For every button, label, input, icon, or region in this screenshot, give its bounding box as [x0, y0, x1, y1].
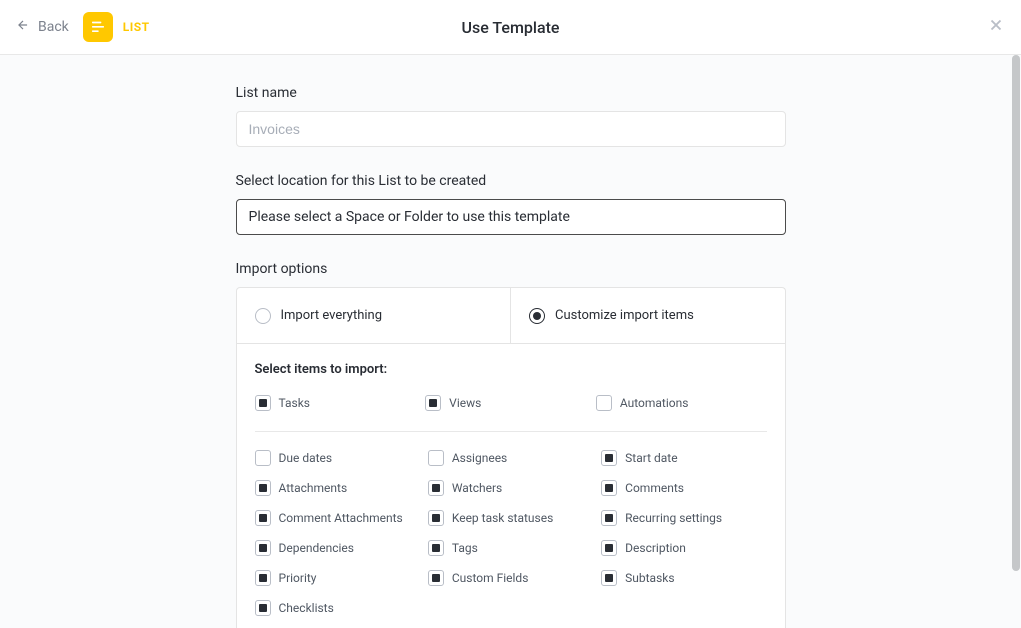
checkbox[interactable]: [428, 570, 444, 586]
top-label: Automations: [620, 396, 689, 410]
checkbox[interactable]: [255, 600, 271, 616]
grid-label: Description: [625, 541, 686, 555]
location-group: Select location for this List to be crea…: [236, 173, 786, 235]
checkbox[interactable]: [255, 450, 271, 466]
close-button[interactable]: [987, 16, 1005, 38]
grid-label: Tags: [452, 541, 478, 555]
grid-items: Due dates Assignees Start date Attachments W…: [255, 450, 767, 616]
checkbox[interactable]: [601, 570, 617, 586]
grid-item[interactable]: Assignees: [428, 450, 593, 466]
checkbox[interactable]: [428, 480, 444, 496]
import-everything-label: Import everything: [281, 308, 383, 323]
checkbox[interactable]: [425, 395, 441, 411]
content-area: List name Select location for this List …: [0, 55, 1021, 628]
location-placeholder: Please select a Space or Folder to use t…: [249, 209, 570, 225]
back-label: Back: [38, 19, 69, 35]
radio-selected: [529, 308, 545, 324]
grid-item[interactable]: Custom Fields: [428, 570, 593, 586]
list-name-label: List name: [236, 85, 786, 101]
items-panel: Select items to import: Tasks Views Automa…: [236, 343, 786, 628]
grid-label: Comments: [625, 481, 684, 495]
customize-import-label: Customize import items: [555, 308, 694, 323]
grid-item[interactable]: Start date: [601, 450, 766, 466]
list-name-input[interactable]: [236, 111, 786, 147]
grid-item[interactable]: Description: [601, 540, 766, 556]
close-icon: [987, 19, 1005, 38]
list-icon: [83, 12, 113, 42]
grid-label: Start date: [625, 451, 677, 465]
grid-label: Subtasks: [625, 571, 674, 585]
checkbox[interactable]: [428, 510, 444, 526]
grid-label: Comment Attachments: [279, 511, 403, 525]
grid-label: Custom Fields: [452, 571, 529, 585]
checkbox[interactable]: [428, 450, 444, 466]
top-items-row: Tasks Views Automations: [255, 395, 767, 413]
grid-item[interactable]: Priority: [255, 570, 420, 586]
checkbox[interactable]: [255, 540, 271, 556]
divider: [255, 431, 767, 432]
modal-header: Back LIST Use Template: [0, 0, 1021, 55]
grid-item[interactable]: Dependencies: [255, 540, 420, 556]
checkbox[interactable]: [601, 480, 617, 496]
list-badge: LIST: [83, 12, 150, 42]
import-everything-option[interactable]: Import everything: [237, 288, 512, 343]
checkbox[interactable]: [255, 570, 271, 586]
grid-label: Keep task statuses: [452, 511, 553, 525]
arrow-left-icon: [16, 18, 30, 36]
scrollbar[interactable]: [1011, 55, 1021, 628]
radio-unselected: [255, 308, 271, 324]
import-toggle: Import everything Customize import items: [236, 287, 786, 343]
top-item[interactable]: Views: [425, 395, 596, 411]
checkbox[interactable]: [255, 480, 271, 496]
top-label: Views: [449, 396, 481, 410]
checkbox[interactable]: [601, 510, 617, 526]
modal-title: Use Template: [462, 18, 560, 37]
grid-item[interactable]: Tags: [428, 540, 593, 556]
grid-item[interactable]: Watchers: [428, 480, 593, 496]
checkbox[interactable]: [601, 450, 617, 466]
import-options-label: Import options: [236, 261, 786, 277]
grid-item[interactable]: Comments: [601, 480, 766, 496]
checkbox[interactable]: [596, 395, 612, 411]
form-container: List name Select location for this List …: [236, 55, 786, 628]
grid-label: Dependencies: [279, 541, 354, 555]
location-label: Select location for this List to be crea…: [236, 173, 786, 189]
list-name-group: List name: [236, 85, 786, 147]
grid-item[interactable]: Subtasks: [601, 570, 766, 586]
scrollbar-thumb[interactable]: [1012, 55, 1020, 571]
grid-label: Assignees: [452, 451, 507, 465]
checkbox[interactable]: [255, 510, 271, 526]
grid-label: Attachments: [279, 481, 348, 495]
grid-item[interactable]: Recurring settings: [601, 510, 766, 526]
grid-item[interactable]: Comment Attachments: [255, 510, 420, 526]
grid-label: Priority: [279, 571, 317, 585]
grid-label: Checklists: [279, 601, 334, 615]
list-type-label: LIST: [123, 20, 150, 34]
items-title: Select items to import:: [255, 362, 767, 377]
grid-item[interactable]: Due dates: [255, 450, 420, 466]
grid-item[interactable]: Checklists: [255, 600, 420, 616]
checkbox[interactable]: [601, 540, 617, 556]
customize-import-option[interactable]: Customize import items: [511, 288, 785, 343]
top-item[interactable]: Automations: [596, 395, 767, 411]
grid-label: Due dates: [279, 451, 333, 465]
grid-item[interactable]: Keep task statuses: [428, 510, 593, 526]
grid-label: Watchers: [452, 481, 502, 495]
location-select[interactable]: Please select a Space or Folder to use t…: [236, 199, 786, 235]
import-options-group: Import options Import everything Customi…: [236, 261, 786, 628]
top-item[interactable]: Tasks: [255, 395, 426, 411]
grid-label: Recurring settings: [625, 511, 722, 525]
checkbox[interactable]: [255, 395, 271, 411]
top-label: Tasks: [279, 396, 311, 410]
back-button[interactable]: Back: [16, 18, 69, 36]
checkbox[interactable]: [428, 540, 444, 556]
grid-item[interactable]: Attachments: [255, 480, 420, 496]
